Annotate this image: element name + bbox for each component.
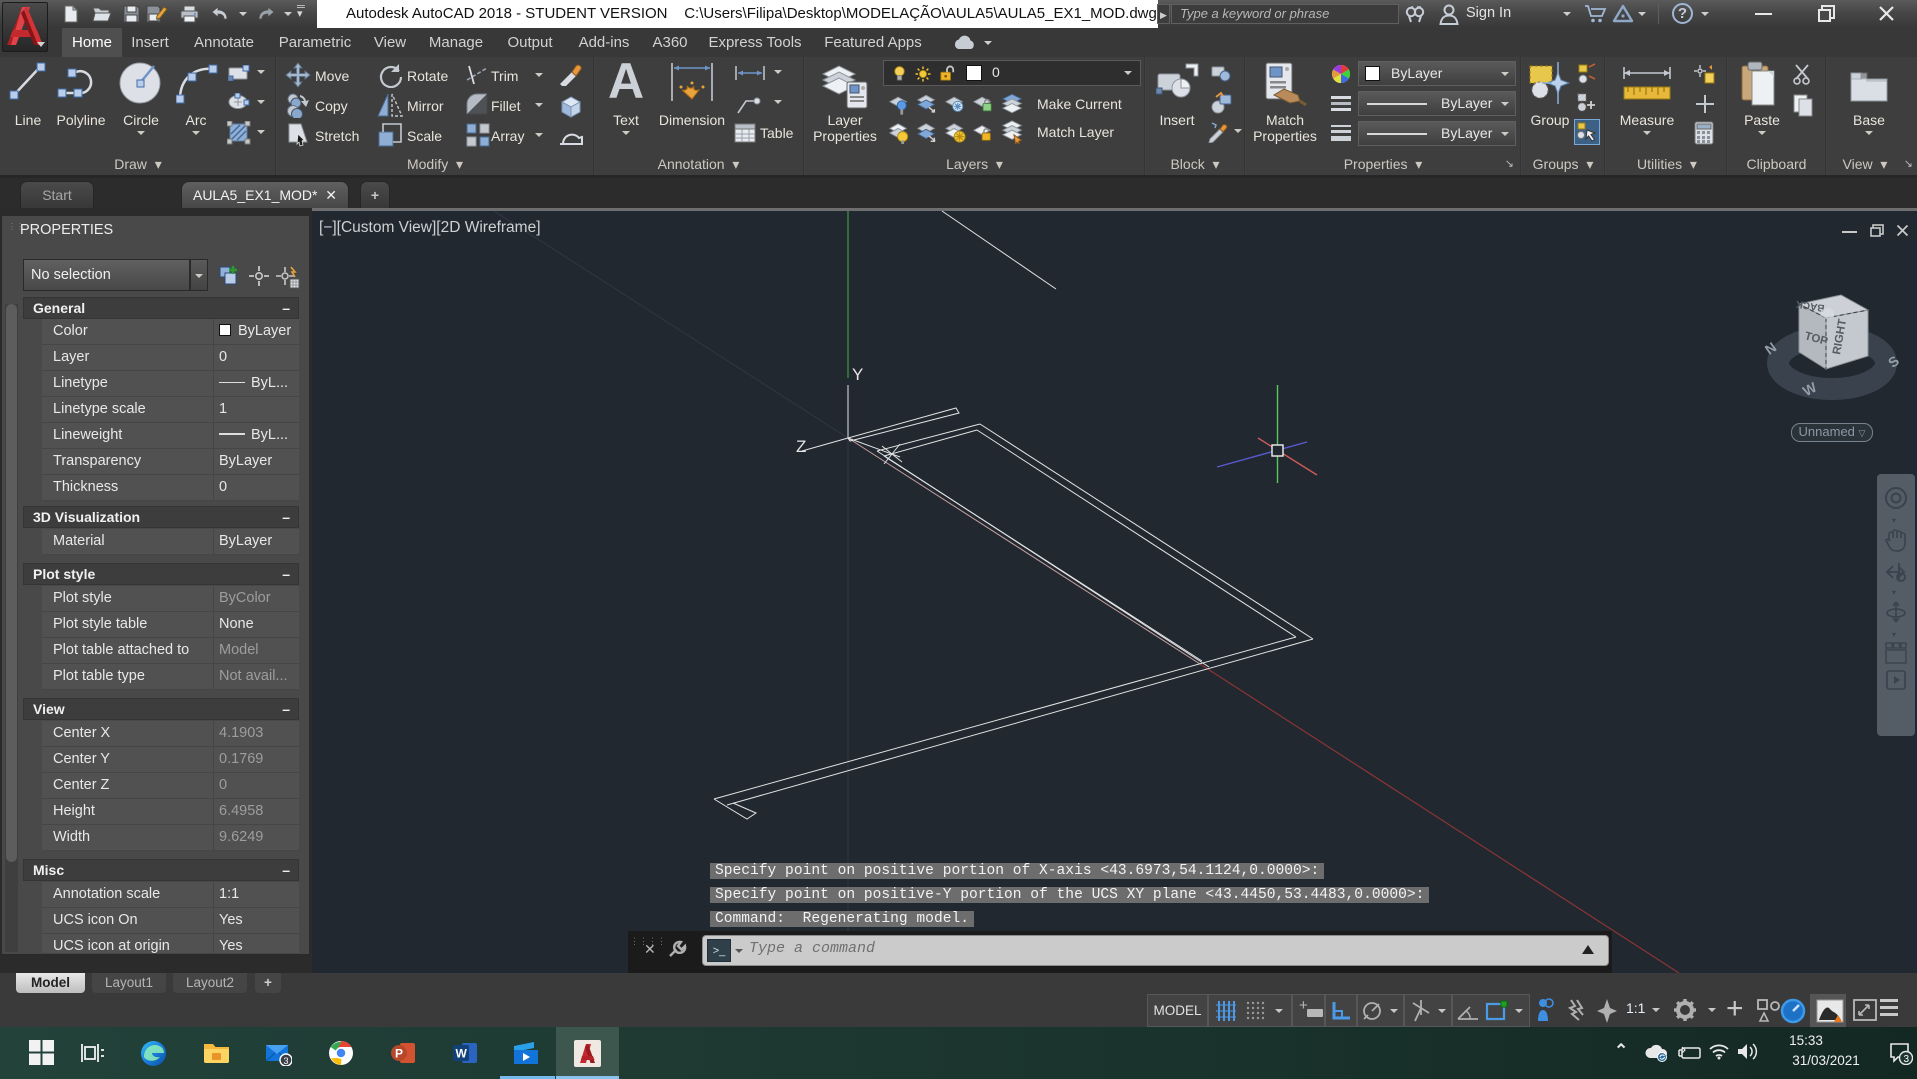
svg-text:W: W [456, 1047, 468, 1061]
svg-text:3: 3 [284, 1056, 289, 1066]
svg-text:Y: Y [852, 365, 863, 384]
svg-text:Z: Z [796, 437, 806, 456]
svg-text:3: 3 [1904, 1054, 1910, 1065]
svg-text:P: P [395, 1047, 403, 1061]
